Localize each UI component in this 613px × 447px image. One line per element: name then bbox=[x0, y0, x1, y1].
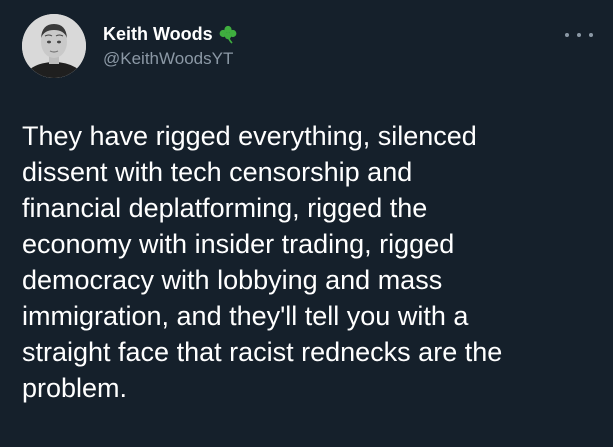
display-name[interactable]: Keith Woods bbox=[103, 24, 213, 45]
name-row: Keith Woods bbox=[103, 22, 238, 46]
avatar-photo bbox=[22, 14, 86, 78]
more-options-icon[interactable] bbox=[565, 28, 593, 42]
dot bbox=[589, 33, 593, 37]
author-identity[interactable]: Keith Woods @KeithWoodsYT bbox=[103, 14, 238, 69]
dot bbox=[565, 33, 569, 37]
dot bbox=[577, 33, 581, 37]
user-handle[interactable]: @KeithWoodsYT bbox=[103, 49, 238, 69]
tweet-text: They have rigged everything, silenced di… bbox=[22, 121, 503, 403]
shamrock-icon bbox=[218, 24, 238, 44]
avatar[interactable] bbox=[22, 14, 86, 78]
tweet-card[interactable]: Keith Woods @KeithWoodsYT They have rigg… bbox=[0, 0, 613, 447]
tweet-header: Keith Woods @KeithWoodsYT bbox=[22, 14, 595, 90]
